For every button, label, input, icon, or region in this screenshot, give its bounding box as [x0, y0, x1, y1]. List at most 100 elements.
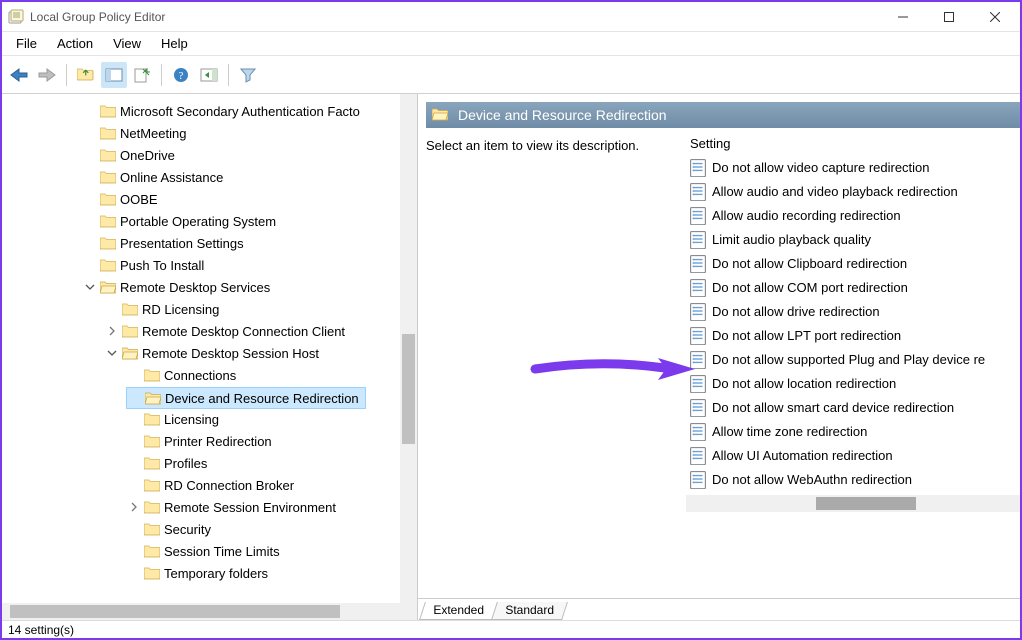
setting-label: Do not allow location redirection [712, 376, 896, 391]
menu-view[interactable]: View [103, 34, 151, 53]
setting-item[interactable]: Allow audio recording redirection [686, 203, 1020, 227]
tree-item[interactable]: RD Licensing [104, 298, 417, 320]
tree-item[interactable]: Remote Desktop Session Host [104, 342, 417, 364]
policy-setting-icon [690, 159, 706, 175]
folder-icon [100, 236, 116, 250]
setting-label: Do not allow video capture redirection [712, 160, 930, 175]
policy-setting-icon [690, 303, 706, 319]
tree-item-label: OOBE [120, 192, 158, 207]
tree-item-label: Portable Operating System [120, 214, 276, 229]
setting-item[interactable]: Allow time zone redirection [686, 419, 1020, 443]
status-text: 14 setting(s) [8, 623, 74, 637]
tree-item[interactable]: Connections [126, 364, 417, 386]
tree-item[interactable]: Remote Session Environment [126, 496, 417, 518]
description-column: Select an item to view its description. [426, 134, 686, 598]
tree-item[interactable]: Presentation Settings [82, 232, 417, 254]
tree-item[interactable]: Remote Desktop Services [82, 276, 417, 298]
folder-icon [100, 258, 116, 272]
setting-item[interactable]: Do not allow Clipboard redirection [686, 251, 1020, 275]
view-tabs: Extended Standard [418, 598, 1020, 620]
help-button[interactable]: ? [168, 62, 194, 88]
policy-setting-icon [690, 351, 706, 367]
tree-item[interactable]: Printer Redirection [126, 430, 417, 452]
folder-icon [144, 566, 160, 580]
tree-item[interactable]: Portable Operating System [82, 210, 417, 232]
tree-item-label: Microsoft Secondary Authentication Facto [120, 104, 360, 119]
setting-item[interactable]: Do not allow smart card device redirecti… [686, 395, 1020, 419]
tree-item[interactable]: Online Assistance [82, 166, 417, 188]
folder-icon [100, 126, 116, 140]
back-button[interactable] [6, 62, 32, 88]
tree-item[interactable]: RD Connection Broker [126, 474, 417, 496]
setting-item[interactable]: Allow audio and video playback redirecti… [686, 179, 1020, 203]
setting-label: Do not allow LPT port redirection [712, 328, 901, 343]
setting-label: Allow audio and video playback redirecti… [712, 184, 958, 199]
setting-label: Allow UI Automation redirection [712, 448, 893, 463]
tree-item-label: Temporary folders [164, 566, 268, 581]
folder-icon [100, 192, 116, 206]
chevron-right-icon[interactable] [106, 326, 118, 336]
folder-icon [100, 214, 116, 228]
tree-item[interactable]: Push To Install [82, 254, 417, 276]
menubar: File Action View Help [2, 32, 1020, 56]
menu-file[interactable]: File [6, 34, 47, 53]
tree-item[interactable]: Microsoft Secondary Authentication Facto [82, 100, 417, 122]
tree-item-label: Remote Session Environment [164, 500, 336, 515]
policy-setting-icon [690, 423, 706, 439]
pane-title: Device and Resource Redirection [458, 107, 667, 123]
tree-item[interactable]: Profiles [126, 452, 417, 474]
forward-button[interactable] [34, 62, 60, 88]
setting-item[interactable]: Do not allow location redirection [686, 371, 1020, 395]
tab-extended[interactable]: Extended [419, 602, 498, 620]
maximize-button[interactable] [926, 2, 972, 32]
chevron-right-icon[interactable] [128, 502, 140, 512]
menu-action[interactable]: Action [47, 34, 103, 53]
tree-item[interactable]: OOBE [82, 188, 417, 210]
setting-item[interactable]: Do not allow WebAuthn redirection [686, 467, 1020, 491]
close-button[interactable] [972, 2, 1018, 32]
policy-tree[interactable]: Microsoft Secondary Authentication Facto… [2, 100, 417, 584]
minimize-button[interactable] [880, 2, 926, 32]
chevron-down-icon[interactable] [84, 282, 96, 292]
setting-item[interactable]: Do not allow drive redirection [686, 299, 1020, 323]
settings-horizontal-scrollbar[interactable] [686, 495, 1020, 512]
setting-item[interactable]: Allow UI Automation redirection [686, 443, 1020, 467]
tree-item-label: Presentation Settings [120, 236, 244, 251]
up-button[interactable] [73, 62, 99, 88]
tree-vertical-scrollbar[interactable] [400, 94, 417, 603]
show-hide-action-pane-button[interactable] [196, 62, 222, 88]
filter-button[interactable] [235, 62, 261, 88]
tree-item-label: Profiles [164, 456, 207, 471]
folder-icon [144, 368, 160, 382]
setting-label: Do not allow Clipboard redirection [712, 256, 907, 271]
tree-item[interactable]: OneDrive [82, 144, 417, 166]
setting-item[interactable]: Do not allow supported Plug and Play dev… [686, 347, 1020, 371]
tree-item[interactable]: Security [126, 518, 417, 540]
tree-item[interactable]: Device and Resource Redirection [126, 387, 366, 409]
chevron-down-icon[interactable] [106, 348, 118, 358]
folder-icon [100, 170, 116, 184]
menu-help[interactable]: Help [151, 34, 198, 53]
setting-item[interactable]: Do not allow LPT port redirection [686, 323, 1020, 347]
export-list-button[interactable] [129, 62, 155, 88]
tree-item[interactable]: Licensing [126, 408, 417, 430]
tab-standard[interactable]: Standard [491, 602, 568, 620]
tree-item-label: Connections [164, 368, 236, 383]
tree-horizontal-scrollbar[interactable] [2, 603, 400, 620]
setting-item[interactable]: Do not allow COM port redirection [686, 275, 1020, 299]
policy-setting-icon [690, 375, 706, 391]
setting-item[interactable]: Do not allow video capture redirection [686, 155, 1020, 179]
tree-item[interactable]: Temporary folders [126, 562, 417, 584]
tree-item[interactable]: Remote Desktop Connection Client [104, 320, 417, 342]
tree-item[interactable]: Session Time Limits [126, 540, 417, 562]
setting-label: Allow audio recording redirection [712, 208, 901, 223]
show-hide-tree-button[interactable] [101, 62, 127, 88]
folder-icon [144, 544, 160, 558]
setting-item[interactable]: Limit audio playback quality [686, 227, 1020, 251]
policy-setting-icon [690, 207, 706, 223]
settings-column-header[interactable]: Setting [686, 134, 1020, 155]
tree-item[interactable]: NetMeeting [82, 122, 417, 144]
statusbar: 14 setting(s) [2, 620, 1020, 638]
policy-setting-icon [690, 399, 706, 415]
setting-label: Do not allow WebAuthn redirection [712, 472, 912, 487]
